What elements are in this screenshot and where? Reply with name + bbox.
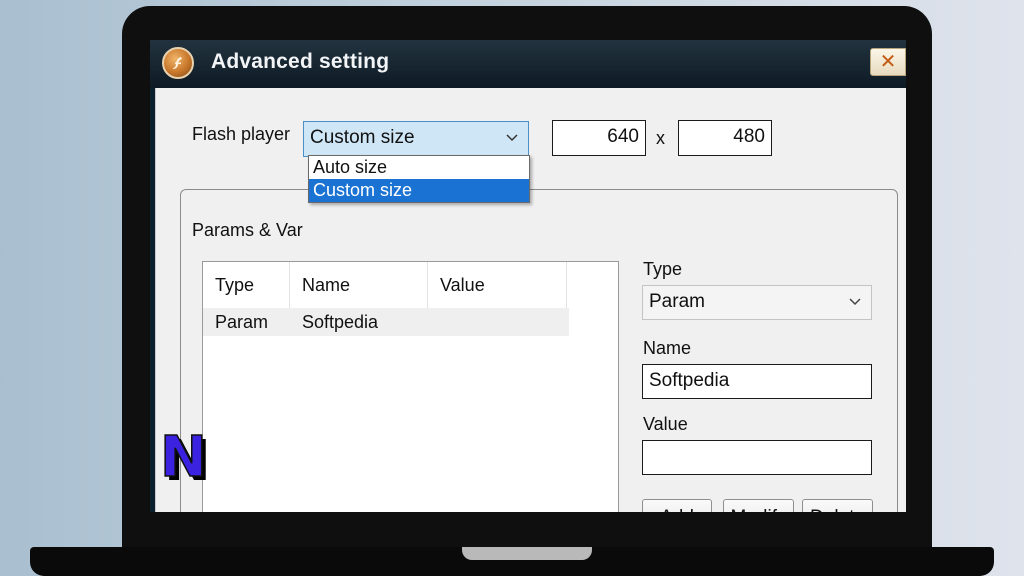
height-input[interactable]: 480 [678,120,772,156]
window-titlebar[interactable]: Advanced setting ✕ [150,40,906,88]
row-name-cell: Softpedia [302,312,379,332]
params-listview[interactable]: Type Name Value Param Softpedia [202,261,619,512]
type-select[interactable]: Param [642,285,872,320]
flash-app-icon [162,47,194,79]
flash-player-size-select[interactable]: Custom size [303,121,529,157]
row-type-cell: Param [215,312,269,332]
size-separator: x [656,128,665,148]
dropdown-option-custom-size[interactable]: Custom size [309,179,529,202]
size-dropdown-list[interactable]: Auto size Custom size [308,155,530,203]
name-label: Name [643,338,692,358]
name-input[interactable]: Softpedia [642,364,872,399]
n-logo-letter: N [160,430,207,484]
params-group-label: Params & Var [192,220,305,241]
column-header-type[interactable]: Type [203,262,290,308]
close-button[interactable]: ✕ [870,48,906,76]
modify-button[interactable]: Modify [723,499,794,512]
close-icon: ✕ [879,51,897,73]
n-logo-icon: N N [159,430,211,484]
delete-button[interactable]: Delete [802,499,873,512]
laptop-notch [462,547,592,560]
dropdown-option-auto-size[interactable]: Auto size [309,156,529,179]
screen: Advanced setting ✕ Flash player Custom s… [150,40,906,512]
column-header-value[interactable]: Value [428,262,567,308]
width-input[interactable]: 640 [552,120,646,156]
type-label: Type [643,259,683,279]
flash-player-size-value: Custom size [310,127,415,148]
flash-player-label: Flash player [192,124,291,144]
table-row[interactable]: Param Softpedia [203,308,569,336]
window-title: Advanced setting [211,50,390,73]
dialog-client-area: Flash player Custom size 640 x 480 Type … [155,88,906,512]
column-header-name[interactable]: Name [290,262,428,308]
value-label: Value [643,414,688,434]
chevron-down-icon [849,298,861,306]
add-button[interactable]: Add [642,499,712,512]
listview-header: Type Name Value [203,262,569,308]
type-select-value: Param [649,291,705,312]
chevron-down-icon [506,134,518,142]
value-input[interactable] [642,440,872,475]
